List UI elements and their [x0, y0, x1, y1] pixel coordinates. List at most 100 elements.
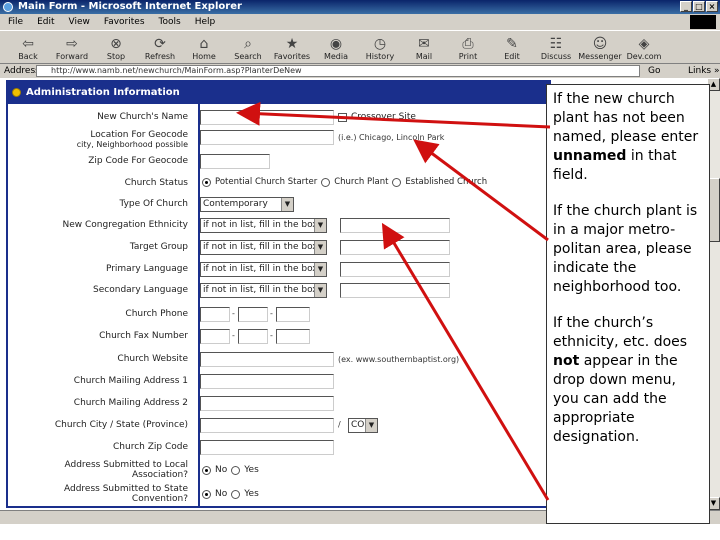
state-conv-yes-radio[interactable]	[231, 489, 241, 499]
stop-icon: ⊗	[110, 36, 122, 52]
mailing-2-input[interactable]	[200, 396, 334, 411]
minimize-button[interactable]: _	[680, 1, 692, 12]
fax-prefix-input[interactable]	[238, 329, 268, 344]
status-radio-potential[interactable]	[202, 177, 211, 187]
state-conv-no-label: No	[215, 489, 228, 499]
crossover-label: Crossover Site	[351, 112, 416, 122]
status-label-established: Established Church	[405, 177, 488, 187]
address-bar: Address http://www.namb.net/newchurch/Ma…	[0, 64, 720, 78]
label-secondary-language: Secondary Language	[93, 285, 188, 295]
toolbar-label: Edit	[504, 52, 520, 61]
toolbar-discuss-button[interactable]: ☷ Discuss	[534, 31, 578, 63]
toolbar-history-button[interactable]: ◷ History	[358, 31, 402, 63]
mailing-1-input[interactable]	[200, 374, 334, 389]
menu-tools[interactable]: Tools	[159, 14, 181, 30]
mail-icon: ✉	[418, 36, 430, 52]
phone-line-input[interactable]	[276, 307, 310, 322]
search-icon: ⌕	[244, 36, 252, 52]
label-zip-geocode: Zip Code For Geocode	[88, 156, 188, 166]
toolbar-label: Forward	[55, 52, 89, 61]
target-group-select[interactable]: if not in list, fill in the box ▼	[200, 240, 327, 255]
toolbar-label: Refresh	[144, 52, 176, 61]
label-city-state: Church City / State (Province)	[54, 420, 188, 430]
label-church-status: Church Status	[124, 178, 188, 188]
toolbar-stop-button[interactable]: ⊗ Stop	[94, 31, 138, 63]
zip-geocode-input[interactable]	[200, 154, 270, 169]
status-radio-plant[interactable]	[321, 177, 331, 187]
church-website-input[interactable]	[200, 352, 334, 367]
print-icon: ⎙	[462, 36, 474, 52]
toolbar-label: Back	[18, 52, 38, 61]
toolbar-forward-button[interactable]: ⇨ Forward	[50, 31, 94, 63]
primary-language-select[interactable]: if not in list, fill in the box ▼	[200, 262, 327, 277]
state-value: CO	[351, 420, 365, 430]
type-of-church-select[interactable]: Contemporary ▼	[200, 197, 294, 212]
local-assoc-no-radio[interactable]	[202, 465, 211, 475]
secondary-language-value: if not in list, fill in the box	[203, 285, 318, 295]
location-hint: (i.e.) Chicago, Lincoln Park	[338, 133, 445, 142]
crossover-checkbox[interactable]	[338, 112, 347, 122]
toolbar-print-button[interactable]: ⎙ Print	[446, 31, 490, 63]
toolbar-mail-button[interactable]: ✉ Mail	[402, 31, 446, 63]
phone-prefix-input[interactable]	[238, 307, 268, 322]
toolbar-media-button[interactable]: ◉ Media	[314, 31, 358, 63]
messenger-icon: ☺	[592, 36, 608, 52]
maximize-button[interactable]: □	[693, 1, 705, 12]
state-conv-yes-label: Yes	[244, 489, 259, 499]
label-local-assoc: Address Submitted to Local	[64, 460, 189, 470]
secondary-language-select[interactable]: if not in list, fill in the box ▼	[200, 283, 327, 298]
zip-code-input[interactable]	[200, 440, 334, 455]
local-assoc-yes-radio[interactable]	[231, 465, 241, 475]
menu-file[interactable]: File	[8, 14, 23, 30]
toolbar-dev-com-button[interactable]: ◈ Dev.com	[622, 31, 666, 63]
toolbar-label: Dev.com	[626, 52, 662, 61]
menu-edit[interactable]: Edit	[37, 14, 54, 30]
city-input[interactable]	[200, 418, 334, 433]
toolbar-label: Home	[192, 52, 216, 61]
go-button[interactable]: Go	[648, 64, 660, 78]
admin-form: Administration Information New Church's …	[6, 80, 551, 508]
menu-help[interactable]: Help	[195, 14, 216, 30]
edit-icon: ✎	[506, 36, 518, 52]
primary-language-other-input[interactable]	[340, 262, 450, 277]
toolbar-home-button[interactable]: ⌂ Home	[182, 31, 226, 63]
links-button[interactable]: Links »	[688, 64, 720, 78]
fax-line-input[interactable]	[276, 329, 310, 344]
fax-area-input[interactable]	[200, 329, 230, 344]
toolbar-refresh-button[interactable]: ⟳ Refresh	[138, 31, 182, 63]
phone-area-input[interactable]	[200, 307, 230, 322]
toolbar-label: Print	[458, 52, 478, 61]
bullet-icon	[12, 88, 21, 97]
secondary-language-other-input[interactable]	[340, 283, 450, 298]
toolbar-label: Discuss	[540, 52, 572, 61]
state-conv-no-radio[interactable]	[202, 489, 211, 499]
location-geocode-input[interactable]	[200, 130, 334, 145]
back-arrow-icon: ⇦	[22, 36, 34, 52]
menu-view[interactable]: View	[69, 14, 90, 30]
toolbar-messenger-button[interactable]: ☺ Messenger	[578, 31, 622, 63]
toolbar-edit-button[interactable]: ✎ Edit	[490, 31, 534, 63]
status-label-plant: Church Plant	[334, 177, 389, 187]
status-radio-established[interactable]	[392, 177, 402, 187]
target-group-other-input[interactable]	[340, 240, 450, 255]
label-local-assoc-2: Association?	[131, 470, 188, 480]
toolbar-search-button[interactable]: ⌕ Search	[226, 31, 270, 63]
local-assoc-yes-label: Yes	[244, 465, 259, 475]
toolbar-favorites-button[interactable]: ★ Favorites	[270, 31, 314, 63]
section-title: Administration Information	[26, 87, 180, 98]
callout-paragraph-2: If the church plant is in a major metro-…	[553, 203, 698, 295]
window-titlebar: Main Form - Microsoft Internet Explorer …	[0, 0, 720, 14]
ethnicity-other-input[interactable]	[340, 218, 450, 233]
label-ethnicity: New Congregation Ethnicity	[62, 220, 189, 230]
new-church-name-input[interactable]	[200, 110, 334, 125]
chevron-down-icon: ▼	[314, 284, 326, 297]
toolbar-back-button[interactable]: ⇦ Back	[6, 31, 50, 63]
ethnicity-value: if not in list, fill in the box	[203, 220, 318, 230]
address-input[interactable]: http://www.namb.net/newchurch/MainForm.a…	[36, 65, 640, 77]
menu-favorites[interactable]: Favorites	[104, 14, 145, 30]
state-select[interactable]: CO ▼	[348, 418, 378, 433]
callout-paragraph-3: If the church’s ethnicity, etc. does not…	[553, 315, 688, 445]
ethnicity-select[interactable]: if not in list, fill in the box ▼	[200, 218, 327, 233]
close-button[interactable]: ×	[706, 1, 718, 12]
label-zip-code: Church Zip Code	[113, 442, 188, 452]
